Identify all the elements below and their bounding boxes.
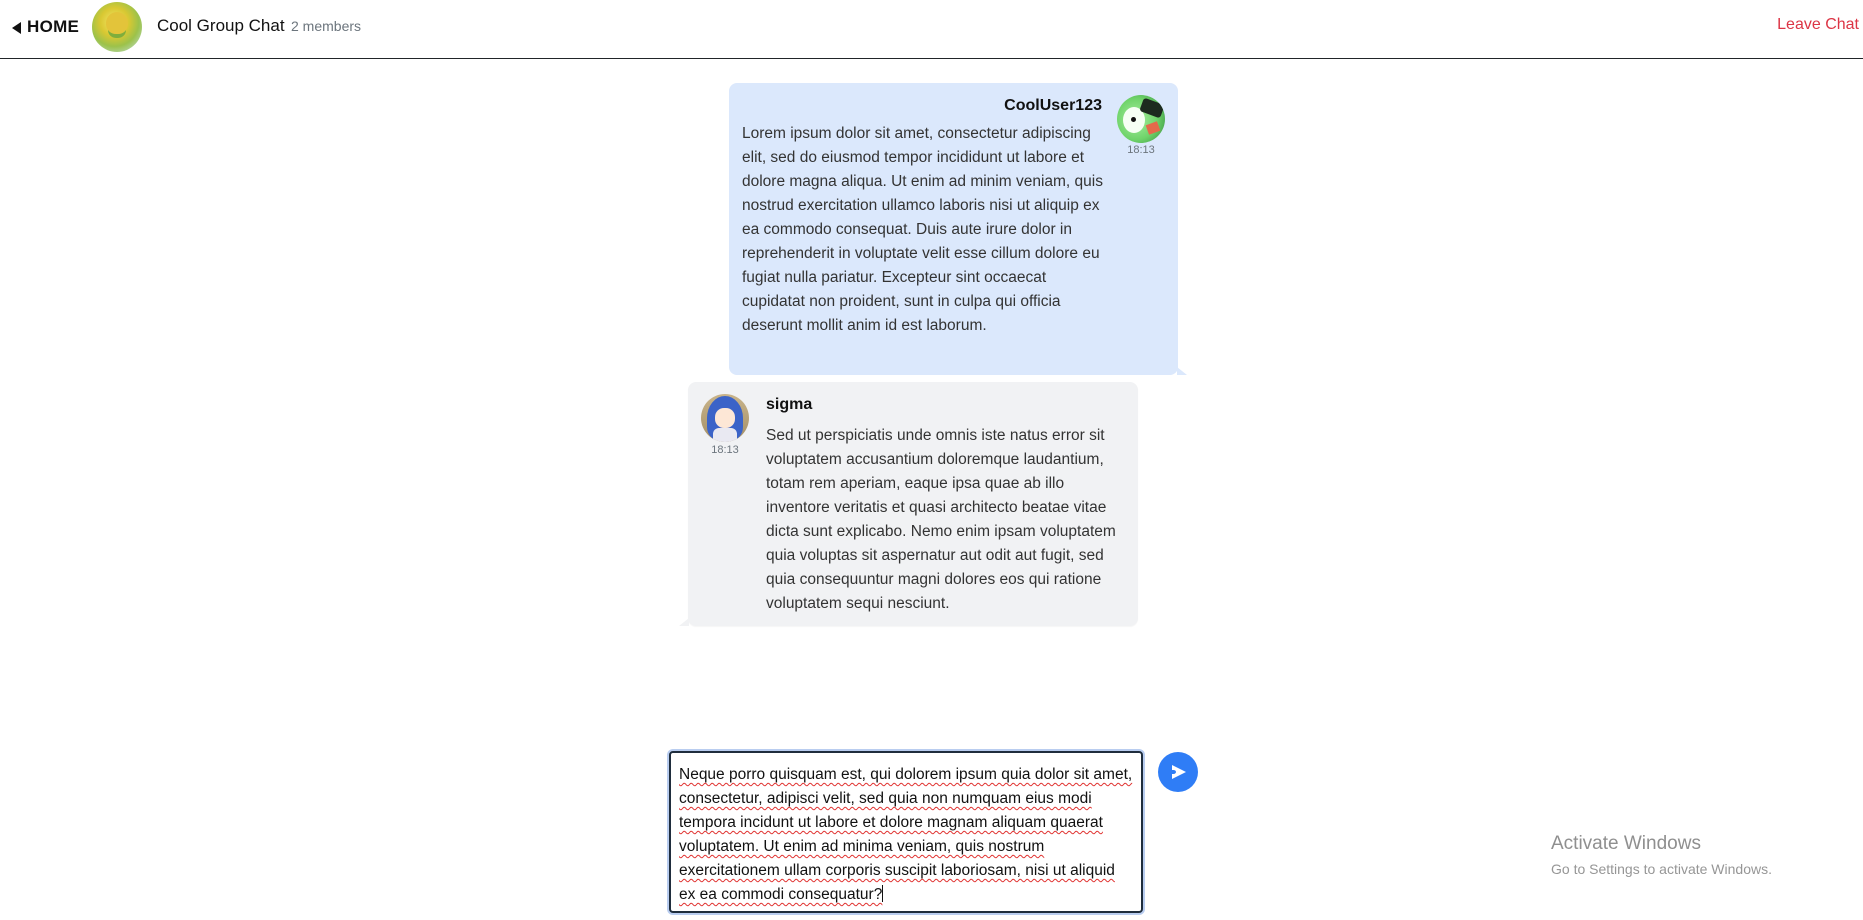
chat-header: HOME Cool Group Chat 2 members Leave Cha… xyxy=(0,0,1863,59)
message-timestamp: 18:13 xyxy=(711,444,739,456)
home-button[interactable]: HOME xyxy=(12,15,79,39)
member-count[interactable]: 2 members xyxy=(291,18,361,34)
message-timestamp: 18:13 xyxy=(1127,144,1155,156)
message-bubble-own: 18:13 CoolUser123 Lorem ipsum dolor sit … xyxy=(729,83,1187,375)
activate-windows-watermark: Activate Windows Go to Settings to activ… xyxy=(1551,833,1772,877)
send-button[interactable] xyxy=(1158,752,1198,792)
message-input[interactable]: Neque porro quisquam est, qui dolorem ip… xyxy=(669,751,1143,913)
message-text: Sed ut perspiciatis unde omnis iste natu… xyxy=(766,427,1116,612)
message-author: sigma xyxy=(766,396,813,413)
watermark-subtitle: Go to Settings to activate Windows. xyxy=(1551,861,1772,877)
text-caret xyxy=(882,885,884,902)
group-avatar[interactable] xyxy=(92,2,142,52)
message-bubble-other: 18:13 sigma Sed ut perspiciatis unde omn… xyxy=(679,382,1138,626)
leave-chat-button[interactable]: Leave Chat xyxy=(1777,16,1859,34)
chat-title: Cool Group Chat xyxy=(157,16,285,35)
avatar[interactable] xyxy=(701,394,749,442)
message-input-value: Neque porro quisquam est, qui dolorem ip… xyxy=(679,766,1133,903)
chevron-left-icon xyxy=(12,21,21,34)
group-avatar-image xyxy=(106,12,128,34)
avatar[interactable] xyxy=(1117,95,1165,143)
message-text: Lorem ipsum dolor sit amet, consectetur … xyxy=(742,125,1103,334)
message-author: CoolUser123 xyxy=(1004,97,1102,114)
watermark-title: Activate Windows xyxy=(1551,833,1701,854)
home-label: HOME xyxy=(27,17,80,36)
